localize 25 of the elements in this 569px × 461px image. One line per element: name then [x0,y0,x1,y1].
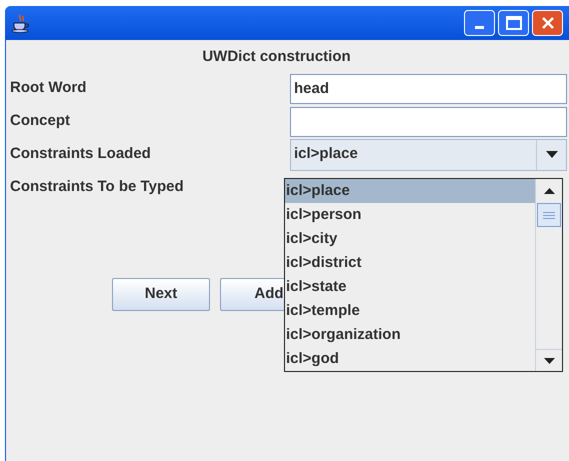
down-arrow-icon [544,358,554,364]
dropdown[interactable]: icl>place [290,138,567,170]
field-label: Concept [10,111,71,132]
text-field[interactable]: head [290,74,567,104]
maximize-button[interactable] [498,10,529,36]
list-option[interactable]: icl>district [285,251,535,275]
minimize-button[interactable] [464,10,495,36]
close-icon [540,16,554,30]
scroll-thumb[interactable] [537,203,561,227]
form-heading: UWDict construction [202,47,351,67]
text-field[interactable] [290,106,567,136]
field-label: Root Word [10,78,88,98]
list-option[interactable]: icl>god [285,347,535,371]
action-button[interactable]: Next [112,278,210,311]
field-label: Constraints To be Typed [10,177,185,198]
list-option[interactable]: icl>person [285,203,535,227]
caret-icon [546,151,558,158]
scrollbar[interactable] [535,179,562,371]
field-label: Constraints Loaded [10,144,152,164]
close-button[interactable] [532,10,563,36]
list-option[interactable]: icl>city [285,227,535,251]
coffee-cup-icon [11,13,31,33]
up-arrow-icon [544,188,554,194]
list-option[interactable]: icl>place [285,179,535,203]
list-option[interactable]: icl>organization [285,323,535,347]
